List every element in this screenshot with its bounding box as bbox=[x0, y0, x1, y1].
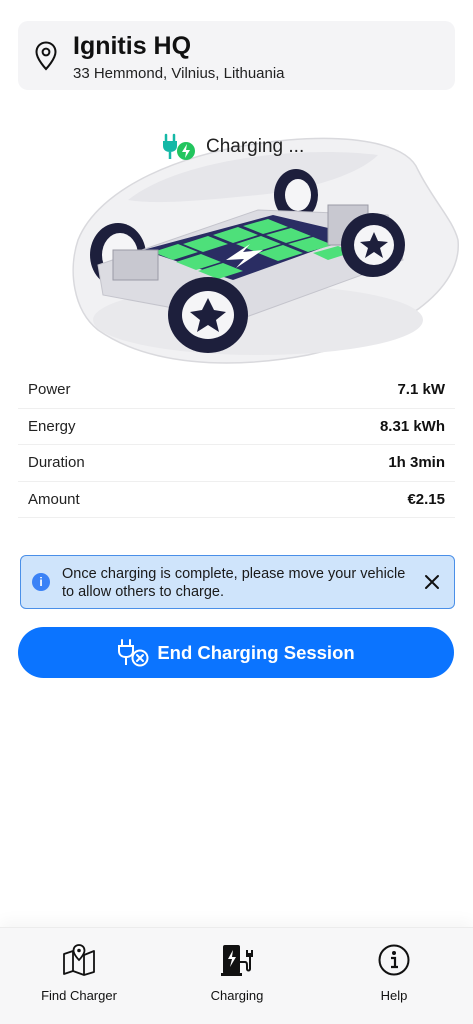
stat-value: 1h 3min bbox=[388, 454, 445, 472]
info-banner-text: Once charging is complete, please move y… bbox=[62, 566, 406, 600]
stat-row-energy: Energy 8.31 kWh bbox=[18, 409, 455, 445]
status-text: Charging ... bbox=[206, 136, 305, 157]
close-icon[interactable] bbox=[422, 572, 442, 592]
location-title: Ignitis HQ bbox=[73, 32, 192, 60]
end-charging-label: End Charging Session bbox=[157, 641, 355, 663]
stat-row-amount: Amount €2.15 bbox=[18, 482, 455, 518]
info-circle-icon bbox=[378, 944, 410, 976]
tab-label: Help bbox=[380, 988, 408, 1003]
info-icon: i bbox=[32, 573, 50, 591]
map-icon bbox=[63, 944, 95, 976]
location-card: Ignitis HQ 33 Hemmond, Vilnius, Lithuani… bbox=[18, 21, 455, 90]
charging-status: Charging ... bbox=[162, 132, 304, 162]
tab-label: Charging bbox=[210, 988, 264, 1003]
stat-value: 7.1 kW bbox=[397, 381, 445, 399]
stat-value: 8.31 kWh bbox=[379, 417, 445, 435]
unplug-icon bbox=[118, 638, 149, 666]
session-stats: Power 7.1 kW Energy 8.31 kWh Duration 1h… bbox=[18, 372, 455, 518]
map-pin-icon bbox=[35, 41, 57, 71]
stat-label: Energy bbox=[28, 417, 76, 435]
stat-label: Amount bbox=[28, 490, 80, 508]
stat-label: Duration bbox=[28, 454, 85, 472]
stat-row-power: Power 7.1 kW bbox=[18, 372, 455, 409]
stat-label: Power bbox=[28, 381, 71, 399]
stat-row-duration: Duration 1h 3min bbox=[18, 445, 455, 482]
charging-station-icon bbox=[221, 945, 253, 976]
tab-label: Find Charger bbox=[41, 988, 117, 1003]
location-address: 33 Hemmond, Vilnius, Lithuania bbox=[73, 65, 285, 82]
stat-value: €2.15 bbox=[407, 490, 445, 508]
bottom-tab-bar: Find Charger Charging Help bbox=[0, 927, 473, 1024]
charging-plug-icon bbox=[163, 133, 195, 160]
end-charging-session-button[interactable]: End Charging Session bbox=[18, 627, 454, 678]
tab-help[interactable]: Help bbox=[315, 928, 473, 1024]
info-banner: i Once charging is complete, please move… bbox=[20, 555, 455, 609]
tab-charging[interactable]: Charging bbox=[158, 928, 316, 1024]
tab-find-charger[interactable]: Find Charger bbox=[0, 928, 158, 1024]
